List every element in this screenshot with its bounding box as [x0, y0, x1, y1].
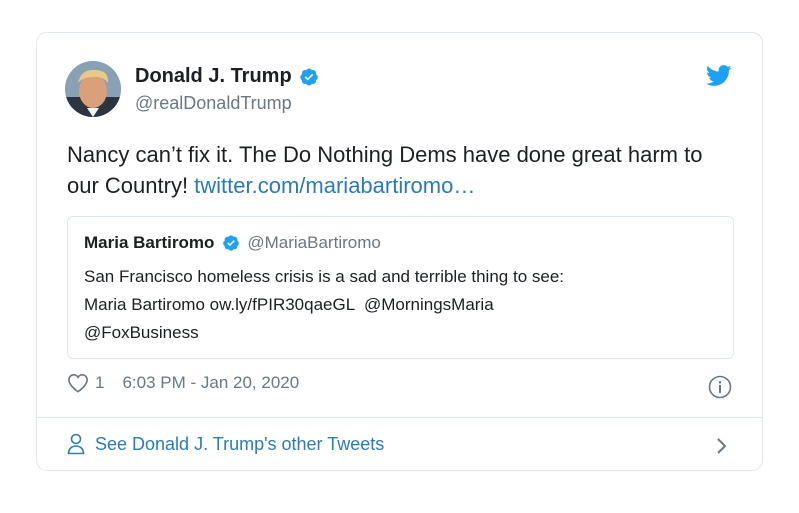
quoted-author-handle: @MariaBartiromo [247, 233, 381, 252]
embedded-tweet-card: Donald J. Trump @realDonaldTrump Nancy c… [36, 32, 763, 471]
author-handle[interactable]: @realDonaldTrump [135, 93, 292, 114]
quoted-author-name: Maria Bartiromo [84, 233, 215, 252]
twitter-bird-icon[interactable] [706, 65, 732, 87]
author-avatar[interactable] [65, 61, 121, 117]
verified-badge-icon [223, 235, 240, 251]
quoted-text-line: @FoxBusiness [84, 323, 199, 342]
author-name-text[interactable]: Donald J. Trump [135, 65, 292, 88]
person-icon [67, 433, 85, 455]
tweet-link[interactable]: twitter.com/mariabartiromo… [194, 173, 475, 198]
quoted-tweet-text: San Francisco homeless crisis is a sad a… [84, 263, 704, 347]
like-count[interactable]: 1 [95, 373, 104, 393]
quoted-tweet-header: Maria Bartiromo @MariaBartiromo [84, 233, 381, 253]
quoted-tweet[interactable]: Maria Bartiromo @MariaBartiromo San Fran… [67, 216, 734, 359]
tweet-timestamp[interactable]: 6:03 PM - Jan 20, 2020 [122, 373, 299, 393]
tweet-meta: 1 6:03 PM - Jan 20, 2020 [67, 373, 299, 393]
heart-icon[interactable] [67, 373, 89, 393]
chevron-right-icon[interactable] [716, 437, 728, 455]
quoted-text-line: San Francisco homeless crisis is a sad a… [84, 267, 565, 286]
see-other-tweets-label[interactable]: See Donald J. Trump's other Tweets [95, 434, 384, 455]
author-name[interactable]: Donald J. Trump [135, 65, 319, 88]
see-other-tweets-link[interactable]: See Donald J. Trump's other Tweets [67, 417, 762, 471]
info-icon[interactable] [708, 375, 732, 399]
verified-badge-icon [300, 68, 318, 85]
quoted-text-line: Maria Bartiromo ow.ly/fPIR30qaeGL @Morni… [84, 295, 494, 314]
tweet-text: Nancy can’t fix it. The Do Nothing Dems … [67, 139, 737, 201]
